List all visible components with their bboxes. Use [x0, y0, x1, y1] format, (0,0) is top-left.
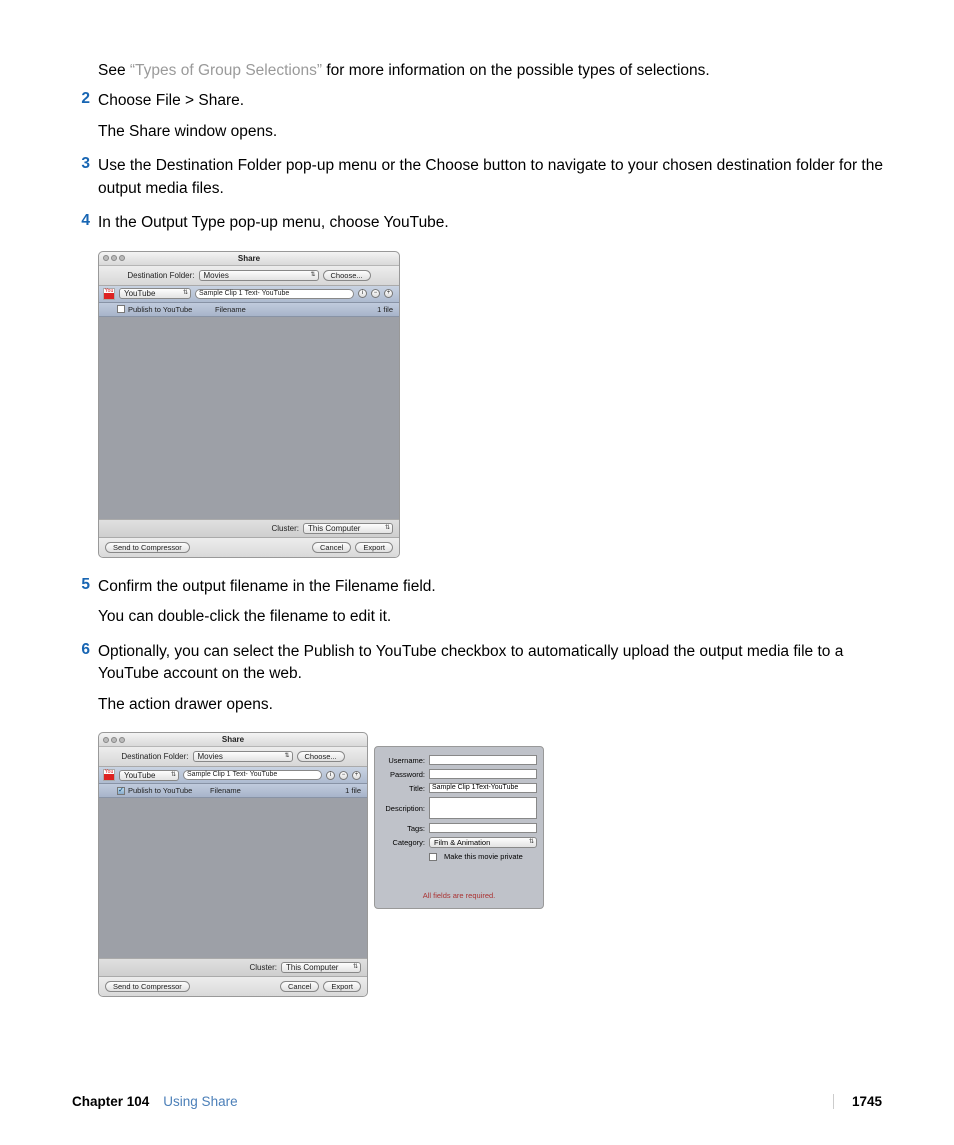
- step-number-4: 4: [70, 212, 98, 242]
- share-window: Share Destination Folder: Movies⇅ Choose…: [98, 251, 400, 558]
- publish-checkbox[interactable]: [117, 305, 125, 313]
- step-number-2: 2: [70, 90, 98, 151]
- add-button[interactable]: +: [384, 289, 393, 298]
- file-count: 1 file: [333, 305, 393, 314]
- cluster-label: Cluster:: [271, 524, 299, 533]
- cluster-select[interactable]: This Computer⇅: [281, 962, 361, 973]
- choose-button[interactable]: Choose...: [297, 751, 345, 762]
- step-3a: Use the Destination Folder pop-up menu o…: [98, 155, 884, 200]
- publish-checkbox-checked[interactable]: ✓: [117, 787, 125, 795]
- step-number-6: 6: [70, 641, 98, 724]
- youtube-drawer: Username: Password: Title: Sample Clip 1T…: [374, 746, 544, 909]
- filename-field[interactable]: Sample Clip 1Text-YouTube: [195, 289, 354, 299]
- destination-label: Destination Folder:: [121, 752, 188, 761]
- required-label: All fields are required.: [381, 891, 537, 900]
- step-4a: In the Output Type pop-up menu, choose Y…: [98, 212, 884, 234]
- remove-button[interactable]: −: [371, 289, 380, 298]
- cluster-select[interactable]: This Computer⇅: [303, 523, 393, 534]
- titlebar: Share: [99, 252, 399, 266]
- publish-label: Publish to YouTube: [128, 305, 192, 314]
- window-title: Share: [99, 254, 399, 263]
- chapter-title[interactable]: Using Share: [163, 1094, 237, 1109]
- job-list-area: [99, 317, 399, 519]
- output-type-select[interactable]: YouTube⇅: [119, 288, 191, 299]
- youtube-icon: [103, 288, 115, 300]
- export-button[interactable]: Export: [355, 542, 393, 553]
- send-to-compressor-button[interactable]: Send to Compressor: [105, 542, 190, 553]
- figure-share-window: Share Destination Folder: Movies⇅ Choose…: [70, 251, 884, 558]
- username-input[interactable]: [429, 755, 537, 765]
- cancel-button[interactable]: Cancel: [280, 981, 319, 992]
- intro-see: See: [98, 62, 130, 79]
- add-button[interactable]: +: [352, 771, 361, 780]
- destination-folder-select[interactable]: Movies⇅: [199, 270, 319, 281]
- window-title-2: Share: [99, 735, 367, 744]
- export-button[interactable]: Export: [323, 981, 361, 992]
- step-6a: Optionally, you can select the Publish t…: [98, 641, 884, 686]
- publish-label: Publish to YouTube: [128, 786, 192, 795]
- step-2a: Choose File > Share.: [98, 90, 884, 112]
- cluster-label: Cluster:: [249, 963, 277, 972]
- remove-button[interactable]: −: [339, 771, 348, 780]
- titlebar-2: Share: [99, 733, 367, 747]
- filename-header: Filename: [215, 305, 325, 314]
- youtube-icon: [103, 769, 115, 781]
- filename-header: Filename: [210, 786, 300, 795]
- step-6b: The action drawer opens.: [98, 694, 884, 716]
- username-label: Username:: [381, 756, 425, 765]
- info-button[interactable]: i: [358, 289, 367, 298]
- tags-input[interactable]: [429, 823, 537, 833]
- filename-field[interactable]: Sample Clip 1Text-YouTube: [183, 770, 322, 780]
- private-label: Make this movie private: [444, 852, 523, 861]
- send-to-compressor-button[interactable]: Send to Compressor: [105, 981, 190, 992]
- password-input[interactable]: [429, 769, 537, 779]
- publish-checkbox-wrap[interactable]: Publish to YouTube: [117, 305, 207, 314]
- private-checkbox[interactable]: [429, 853, 437, 861]
- description-label: Description:: [381, 804, 425, 813]
- cancel-button[interactable]: Cancel: [312, 542, 351, 553]
- page-number: 1745: [833, 1094, 882, 1109]
- step-number-3: 3: [70, 155, 98, 208]
- destination-label: Destination Folder:: [127, 271, 194, 280]
- tags-label: Tags:: [381, 824, 425, 833]
- intro-link[interactable]: “Types of Group Selections”: [130, 62, 322, 79]
- destination-folder-select[interactable]: Movies⇅: [193, 751, 293, 762]
- file-count: 1 file: [308, 786, 361, 795]
- step-2b: The Share window opens.: [98, 121, 884, 143]
- intro-rest: for more information on the possible typ…: [322, 62, 710, 79]
- choose-button[interactable]: Choose...: [323, 270, 371, 281]
- title-input[interactable]: Sample Clip 1Text-YouTube: [429, 783, 537, 793]
- figure-share-with-drawer: Share Destination Folder: Movies⇅ Choose…: [70, 732, 884, 997]
- category-label: Category:: [381, 838, 425, 847]
- step-number-5: 5: [70, 576, 98, 637]
- output-type-select[interactable]: YouTube⇅: [119, 770, 179, 781]
- page-footer: Chapter 104 Using Share 1745: [0, 1094, 954, 1109]
- job-list-area: [99, 798, 367, 958]
- share-window-2: Share Destination Folder: Movies⇅ Choose…: [98, 732, 368, 997]
- intro-line: See “Types of Group Selections” for more…: [70, 60, 884, 82]
- step-5a: Confirm the output filename in the Filen…: [98, 576, 884, 598]
- step-5b: You can double-click the filename to edi…: [98, 606, 884, 628]
- description-input[interactable]: [429, 797, 537, 819]
- title-label: Title:: [381, 784, 425, 793]
- category-select[interactable]: Film & Animation⇅: [429, 837, 537, 848]
- info-button[interactable]: i: [326, 771, 335, 780]
- chapter-label: Chapter 104: [72, 1094, 149, 1109]
- password-label: Password:: [381, 770, 425, 779]
- publish-checkbox-wrap[interactable]: ✓ Publish to YouTube: [117, 786, 202, 795]
